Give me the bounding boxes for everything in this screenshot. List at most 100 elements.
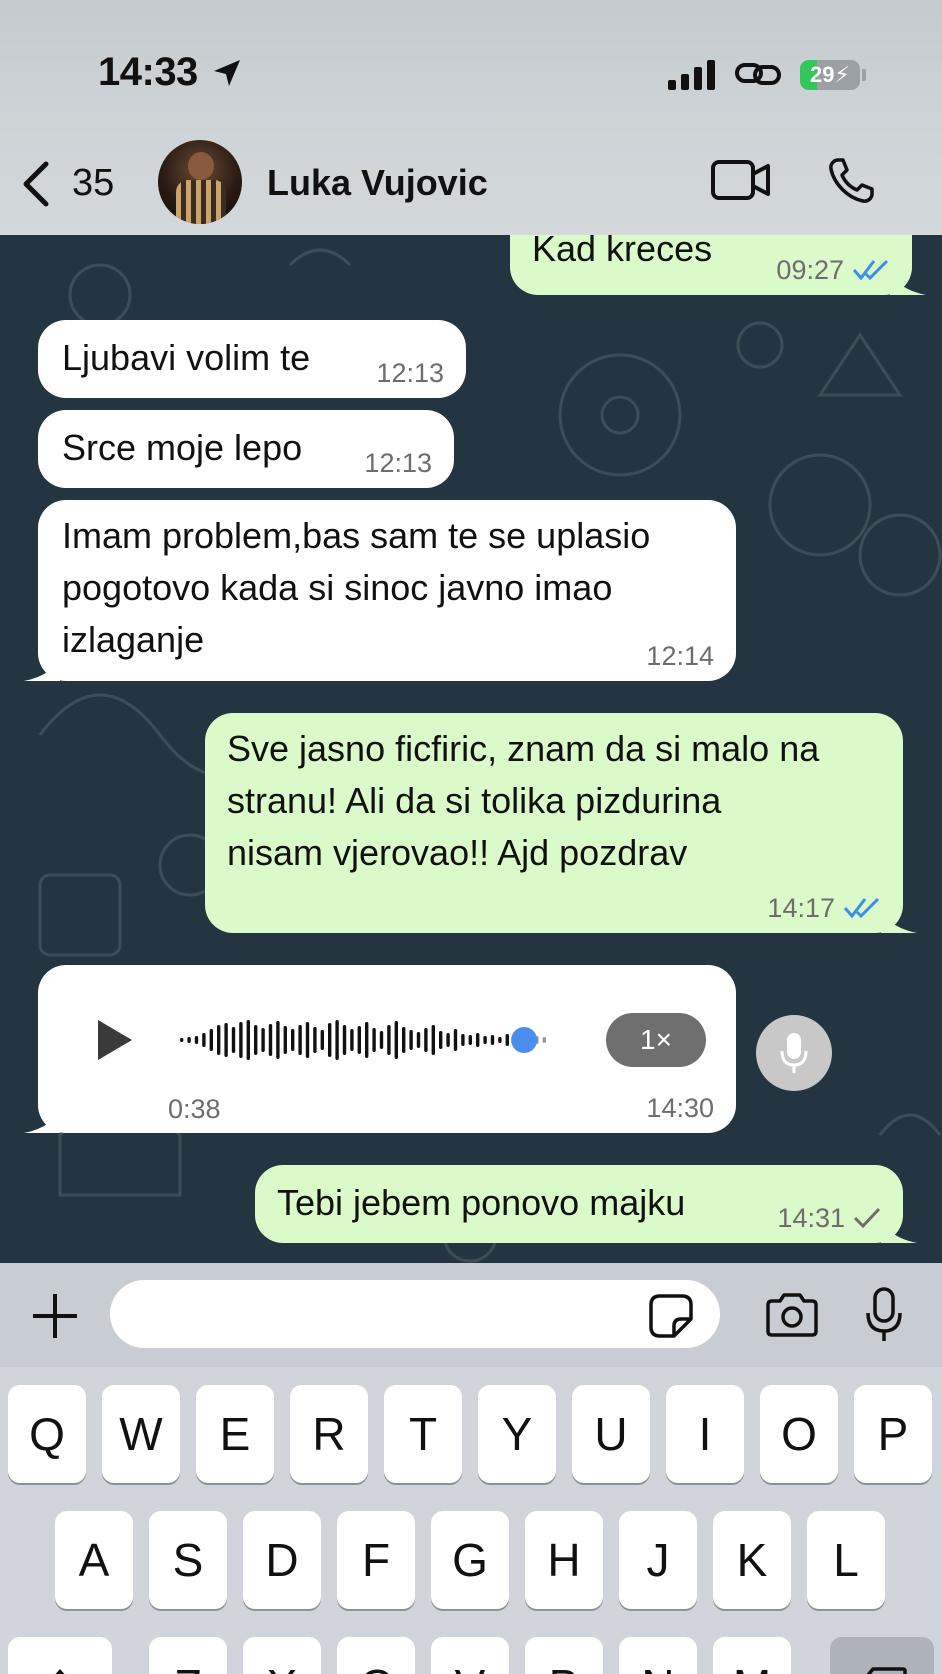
waveform-bar <box>394 1021 398 1059</box>
microphone-icon[interactable] <box>864 1287 904 1343</box>
message-time: 12:13 <box>364 448 432 478</box>
avatar[interactable] <box>158 140 242 224</box>
key-y[interactable]: Y <box>478 1385 556 1483</box>
waveform-bar <box>505 1034 509 1046</box>
battery-indicator: 29⚡ <box>800 60 860 90</box>
message-input[interactable] <box>110 1280 720 1348</box>
sticker-icon[interactable] <box>648 1293 694 1339</box>
key-g[interactable]: G <box>431 1511 509 1609</box>
message-incoming[interactable]: Ljubavi volim te 12:13 <box>38 320 466 398</box>
waveform-bar <box>342 1025 347 1055</box>
waveform-bar <box>498 1037 502 1043</box>
waveform-bar <box>372 1028 376 1052</box>
play-icon[interactable] <box>94 1017 134 1063</box>
voice-duration: 0:38 <box>168 1094 221 1124</box>
contact-name[interactable]: Luka Vujovic <box>267 162 488 204</box>
plus-icon[interactable] <box>30 1291 80 1341</box>
key-n[interactable]: N <box>619 1637 697 1674</box>
cellular-signal-icon <box>668 58 715 90</box>
key-b[interactable]: B <box>525 1637 603 1674</box>
waveform-bar <box>187 1037 191 1043</box>
waveform-bar <box>461 1034 465 1046</box>
key-z[interactable]: Z <box>149 1637 227 1674</box>
waveform-bar <box>468 1035 472 1045</box>
status-time: 14:33 <box>98 50 198 94</box>
waveform-bar <box>202 1033 206 1047</box>
voice-message[interactable]: 1× 0:38 14:30 <box>24 965 736 1133</box>
delete-key[interactable] <box>830 1637 934 1674</box>
key-j[interactable]: J <box>619 1511 697 1609</box>
waveform-bar <box>313 1027 317 1053</box>
key-i[interactable]: I <box>666 1385 744 1483</box>
key-f[interactable]: F <box>337 1511 415 1609</box>
key-t[interactable]: T <box>384 1385 462 1483</box>
message-text: Srce moje lepo <box>62 427 303 468</box>
waveform-bar <box>239 1022 243 1058</box>
message-line: izlaganje <box>62 619 205 660</box>
message-outgoing[interactable]: Kad kreces 09:27 <box>510 235 926 295</box>
key-x[interactable]: X <box>243 1637 321 1674</box>
key-r[interactable]: R <box>290 1385 368 1483</box>
message-incoming[interactable]: Srce moje lepo 12:13 <box>38 410 454 488</box>
message-text: Tebi jebem ponovo majku <box>277 1182 686 1223</box>
key-a[interactable]: A <box>55 1511 133 1609</box>
sent-check-icon <box>853 1207 881 1229</box>
message-line: pogotovo kada si sinoc javno imao <box>62 567 613 608</box>
bubble-tail <box>881 907 917 933</box>
waveform-bar <box>305 1022 310 1058</box>
message-outgoing[interactable]: Tebi jebem ponovo majku 14:31 <box>255 1165 917 1243</box>
phone-call-icon[interactable] <box>826 156 876 206</box>
waveform-bar <box>291 1029 295 1051</box>
key-u[interactable]: U <box>572 1385 650 1483</box>
camera-icon[interactable] <box>764 1293 820 1337</box>
key-p[interactable]: P <box>854 1385 932 1483</box>
video-call-icon[interactable] <box>710 158 772 202</box>
personal-hotspot-icon <box>735 63 781 85</box>
waveform-bar <box>453 1029 458 1051</box>
location-arrow-icon <box>214 60 240 86</box>
key-o[interactable]: O <box>760 1385 838 1483</box>
waveform-bar <box>268 1024 273 1056</box>
key-k[interactable]: K <box>713 1511 791 1609</box>
key-q[interactable]: Q <box>8 1385 86 1483</box>
chat-area[interactable]: Kad kreces 09:27 Ljubavi volim te 12:13 … <box>0 235 942 1263</box>
waveform-bar <box>328 1023 332 1057</box>
waveform-bar <box>431 1025 435 1055</box>
waveform-bar <box>276 1021 280 1059</box>
playback-speed-button[interactable]: 1× <box>606 1013 706 1067</box>
key-l[interactable]: L <box>807 1511 885 1609</box>
key-h[interactable]: H <box>525 1511 603 1609</box>
waveform-bar <box>335 1020 339 1060</box>
waveform-bar <box>209 1029 213 1051</box>
microphone-icon <box>780 1033 808 1073</box>
waveform-bar <box>231 1027 236 1053</box>
key-s[interactable]: S <box>149 1511 227 1609</box>
waveform-bar <box>424 1028 428 1052</box>
message-outgoing[interactable]: Sve jasno ficfiric, znam da si malo na s… <box>205 713 917 933</box>
waveform-bar <box>542 1037 546 1043</box>
key-v[interactable]: V <box>431 1637 509 1674</box>
waveform-bar <box>261 1028 265 1052</box>
back-chevron-icon[interactable] <box>18 160 52 208</box>
unread-count[interactable]: 35 <box>72 162 114 205</box>
waveform-bar <box>320 1030 324 1050</box>
waveform-bar <box>476 1033 480 1047</box>
waveform-bar <box>387 1025 391 1055</box>
key-m[interactable]: M <box>713 1637 791 1674</box>
message-time: 14:17 <box>767 893 835 923</box>
waveform-bar <box>379 1031 384 1049</box>
message-time: 14:31 <box>777 1203 845 1233</box>
message-incoming[interactable]: Imam problem,bas sam te se uplasio pogot… <box>24 500 736 681</box>
read-receipt-icon <box>843 897 880 919</box>
key-c[interactable]: C <box>337 1637 415 1674</box>
playback-scrubber <box>511 1027 538 1053</box>
key-e[interactable]: E <box>196 1385 274 1483</box>
key-d[interactable]: D <box>243 1511 321 1609</box>
voice-waveform[interactable] <box>176 1017 556 1063</box>
waveform-bar <box>402 1027 406 1053</box>
key-w[interactable]: W <box>102 1385 180 1483</box>
shift-key[interactable] <box>8 1637 112 1674</box>
keyboard: QWERTYUIOP ASDFGHJKL ZXCVBNM <box>0 1367 942 1674</box>
waveform-bar <box>490 1035 495 1045</box>
shift-icon <box>55 1669 65 1674</box>
